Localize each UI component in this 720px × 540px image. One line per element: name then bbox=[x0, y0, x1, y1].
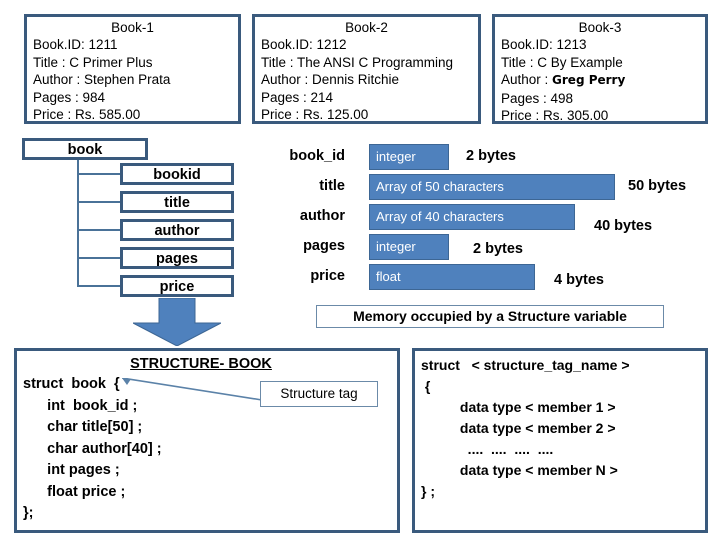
code-line: int pages ; bbox=[23, 462, 120, 478]
syntax-line: struct < structure_tag_name > bbox=[421, 357, 630, 373]
mem-datatype-text: Array of 40 characters bbox=[376, 209, 504, 224]
author-name: Stephen Prata bbox=[84, 72, 171, 87]
mem-size-pages: 2 bytes bbox=[473, 240, 523, 258]
book-title-line: Title : The ANSI C Programming bbox=[261, 54, 454, 70]
tree-branch-3 bbox=[77, 229, 120, 231]
author-prefix: Author : bbox=[501, 72, 553, 87]
book-price-line: Price : Rs. 585.00 bbox=[33, 107, 141, 122]
mem-member-label-price: price bbox=[255, 267, 345, 285]
tree-root-book: book bbox=[22, 138, 148, 160]
structure-tag-leader-line bbox=[122, 378, 262, 401]
book-card-title: Book-3 bbox=[578, 20, 622, 35]
mem-size-price: 4 bytes bbox=[554, 271, 604, 289]
book-price-line: Price : Rs. 125.00 bbox=[261, 107, 369, 122]
mem-size-author: 40 bytes bbox=[594, 217, 652, 235]
mem-bar-author: Array of 40 characters bbox=[369, 204, 575, 230]
tree-node-author: author bbox=[120, 219, 234, 241]
code-line: float price ; bbox=[23, 483, 126, 500]
mem-member-label-book_id: book_id bbox=[255, 147, 345, 165]
slide-canvas: Book-1 Book.ID: 1211 Title : C Primer Pl… bbox=[0, 0, 720, 540]
mem-size-title: 50 bytes bbox=[628, 177, 686, 195]
mem-size-text: 2 bytes bbox=[473, 241, 523, 257]
mem-datatype-text: integer bbox=[376, 149, 416, 164]
mem-member-label-title: title bbox=[255, 177, 345, 195]
structure-tag-callout: Structure tag bbox=[260, 381, 378, 407]
memory-caption-text: Memory occupied by a Structure variable bbox=[353, 308, 627, 324]
code-line: }; bbox=[23, 505, 34, 521]
structure-book-heading: STRUCTURE- BOOK bbox=[130, 356, 272, 372]
structure-syntax-box: struct < structure_tag_name > { data typ… bbox=[412, 348, 708, 533]
tree-node-pages: pages bbox=[120, 247, 234, 269]
tree-spine bbox=[77, 160, 79, 285]
syntax-line: data type < member 1 > bbox=[421, 399, 616, 415]
tree-branch-2 bbox=[77, 201, 120, 203]
mem-member-text: price bbox=[310, 268, 345, 284]
tree-node-label: pages bbox=[156, 251, 198, 267]
mem-size-text: 4 bytes bbox=[554, 272, 604, 288]
author-prefix: Author : bbox=[33, 72, 85, 87]
mem-size-text: 50 bytes bbox=[628, 178, 687, 194]
mem-bar-title: Array of 50 characters bbox=[369, 174, 615, 200]
code-line: char title[50] ; bbox=[23, 419, 143, 435]
syntax-line: data type < member N > bbox=[421, 462, 618, 478]
book-id-line: Book.ID: 1212 bbox=[261, 37, 347, 52]
book-title-line: Title : C By Example bbox=[501, 54, 623, 70]
author-prefix: Author : bbox=[261, 72, 313, 87]
tree-root-label: book bbox=[67, 142, 103, 158]
tree-branch-5 bbox=[77, 285, 120, 287]
mem-size-text: 2 bytes bbox=[466, 148, 516, 164]
mem-datatype-text: Array of 50 characters bbox=[376, 179, 504, 194]
book-pages-line: Pages : 214 bbox=[261, 89, 334, 105]
book-pages-line: Pages : 984 bbox=[33, 89, 106, 105]
mem-member-label-pages: pages bbox=[255, 237, 345, 255]
tree-node-label: title bbox=[164, 195, 190, 211]
book-author-line: Author : Dennis Ritchie bbox=[255, 71, 478, 89]
book-pages-line: Pages : 498 bbox=[501, 90, 574, 106]
mem-member-label-author: author bbox=[255, 207, 345, 225]
tree-branch-1 bbox=[77, 173, 120, 175]
book-author-line: Author : Stephen Prata bbox=[27, 71, 238, 89]
book-price-line: Price : Rs. 305.00 bbox=[501, 108, 609, 123]
book-card-1: Book-1 Book.ID: 1211 Title : C Primer Pl… bbox=[24, 14, 241, 124]
mem-size-text: 40 bytes bbox=[594, 218, 653, 234]
tree-node-label: bookid bbox=[153, 167, 201, 183]
book-card-2: Book-2 Book.ID: 1212 Title : The ANSI C … bbox=[252, 14, 481, 124]
tree-node-price: price bbox=[120, 275, 234, 297]
book-card-title: Book-2 bbox=[345, 20, 388, 35]
book-title-line: Title : C Primer Plus bbox=[33, 54, 153, 70]
mem-bar-pages: integer bbox=[369, 234, 449, 260]
syntax-line: { bbox=[421, 378, 431, 394]
tree-node-bookid: bookid bbox=[120, 163, 234, 185]
mem-member-text: book_id bbox=[289, 148, 345, 164]
mem-bar-price: float bbox=[369, 264, 535, 290]
tree-node-label: price bbox=[159, 279, 195, 295]
mem-member-text: title bbox=[319, 178, 345, 194]
book-id-line: Book.ID: 1211 bbox=[33, 37, 118, 52]
tree-branch-4 bbox=[77, 257, 120, 259]
mem-size-book_id: 2 bytes bbox=[466, 147, 516, 165]
down-arrow-icon bbox=[133, 298, 221, 346]
structure-tag-callout-text: Structure tag bbox=[280, 386, 358, 401]
memory-caption: Memory occupied by a Structure variable bbox=[316, 305, 664, 328]
author-name: Greg Perry bbox=[552, 73, 626, 87]
mem-datatype-text: float bbox=[376, 269, 401, 284]
structure-book-box: STRUCTURE- BOOK struct book { int book_i… bbox=[14, 348, 400, 533]
book-card-title: Book-1 bbox=[111, 20, 154, 35]
tree-node-title: title bbox=[120, 191, 234, 213]
syntax-line: .... .... .... .... bbox=[421, 441, 554, 457]
mem-bar-book_id: integer bbox=[369, 144, 449, 170]
tree-node-label: author bbox=[154, 223, 200, 239]
syntax-line: data type < member 2 > bbox=[421, 420, 616, 436]
mem-member-text: pages bbox=[303, 238, 345, 254]
book-id-line: Book.ID: 1213 bbox=[501, 37, 587, 52]
code-line: char author[40] ; bbox=[23, 440, 162, 457]
mem-member-text: author bbox=[299, 208, 345, 224]
syntax-line: } ; bbox=[421, 483, 435, 499]
mem-datatype-text: integer bbox=[376, 239, 416, 254]
book-card-3: Book-3 Book.ID: 1213 Title : C By Exampl… bbox=[492, 14, 708, 124]
author-name: Dennis Ritchie bbox=[312, 72, 400, 87]
book-author-line: Author : Greg Perry bbox=[495, 71, 705, 90]
